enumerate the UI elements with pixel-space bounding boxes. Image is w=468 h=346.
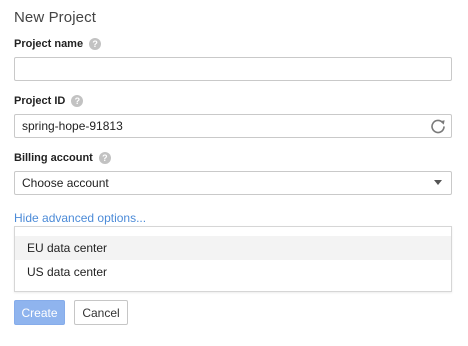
billing-account-label: Billing account <box>14 152 93 164</box>
billing-account-selected: Choose account <box>22 176 109 190</box>
question-icon[interactable]: ? <box>98 152 111 164</box>
question-icon[interactable]: ? <box>71 95 84 107</box>
project-id-value: spring-hope-91813 <box>22 119 123 133</box>
project-id-input[interactable]: spring-hope-91813 <box>14 114 452 138</box>
data-center-option-us[interactable]: US data center <box>15 260 451 284</box>
project-name-label-row: Project name ? <box>14 38 102 50</box>
cancel-button[interactable]: Cancel <box>74 300 128 325</box>
project-name-input[interactable] <box>14 57 452 81</box>
billing-account-label-row: Billing account ? <box>14 152 111 164</box>
project-id-label-row: Project ID ? <box>14 95 84 107</box>
refresh-icon[interactable] <box>430 118 446 134</box>
billing-account-select[interactable]: Choose account <box>14 171 452 195</box>
dialog-title: New Project <box>14 9 96 26</box>
question-icon[interactable]: ? <box>89 38 102 50</box>
project-name-label: Project name <box>14 38 84 50</box>
chevron-down-icon <box>434 180 442 185</box>
create-button[interactable]: Create <box>14 300 65 325</box>
project-id-label: Project ID <box>14 95 66 107</box>
hide-advanced-options-link[interactable]: Hide advanced options... <box>14 211 146 225</box>
data-center-list: EU data center US data center <box>14 226 452 292</box>
data-center-option-eu[interactable]: EU data center <box>15 236 451 260</box>
new-project-dialog: New Project Project name ? Project ID ? … <box>0 0 468 346</box>
